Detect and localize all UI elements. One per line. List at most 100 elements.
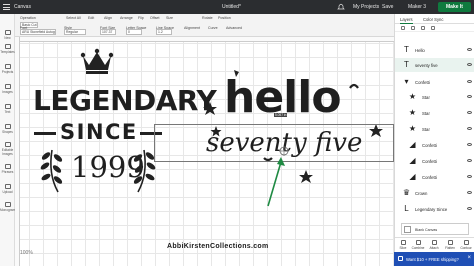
tab-color-sync[interactable]: Color Sync (423, 17, 443, 22)
width-tag: 5.057 in (274, 113, 288, 117)
my-projects-link[interactable]: My Projects (353, 4, 379, 10)
rotate-field[interactable]: Rotate (202, 16, 213, 20)
eye-icon[interactable] (467, 111, 472, 114)
flatten-button[interactable]: Flatten (443, 240, 457, 250)
eye-icon[interactable] (467, 80, 472, 83)
layer-item[interactable]: T seventy five (395, 58, 474, 72)
position-fields[interactable]: Position (218, 16, 231, 20)
arrange-button[interactable]: Arrange (120, 16, 133, 20)
template-icon (4, 44, 11, 49)
eye-icon[interactable] (467, 159, 472, 162)
letter-space-input[interactable]: 0 (126, 29, 142, 35)
rail-shapes[interactable]: Shapes (0, 124, 15, 134)
machine-selector[interactable]: Maker 3 (408, 4, 426, 10)
star-icon: ★ (408, 92, 417, 101)
rail-monogram[interactable]: Monogram (0, 202, 15, 212)
select-all-button[interactable]: Select All (66, 16, 81, 20)
make-it-button[interactable]: Make It (438, 2, 471, 12)
style-select[interactable]: Regular (64, 29, 86, 35)
star-icon (299, 170, 313, 183)
rail-projects[interactable]: Projects (0, 64, 15, 74)
combine-button[interactable]: Combine (411, 240, 425, 250)
duplicate-icon[interactable] (421, 26, 425, 30)
layer-item[interactable]: ♛ Crown (395, 186, 474, 200)
rail-phrases[interactable]: Phrases (0, 164, 15, 174)
group-icon[interactable] (401, 26, 405, 30)
chevron-down-icon[interactable]: ▾ (402, 78, 411, 86)
save-button[interactable]: Save (382, 4, 393, 10)
slice-button[interactable]: Slice (396, 240, 410, 250)
crown-graphic[interactable] (80, 48, 114, 74)
confetti-icon: ◢ (409, 172, 416, 181)
bell-icon[interactable] (337, 2, 345, 11)
text-icon (4, 104, 11, 109)
rail-images[interactable]: Images (0, 84, 15, 94)
font-select[interactable]: ARU Stonefield Autograph (20, 29, 56, 35)
curve-button[interactable]: Curve (208, 26, 218, 30)
panel-toolbar (395, 24, 474, 32)
promo-banner[interactable]: Want $10 + FREE shipping? × (394, 252, 474, 266)
rail-upload[interactable]: Upload (0, 184, 15, 194)
layer-item[interactable]: T Hello (395, 43, 474, 57)
offset-button[interactable]: Offset (150, 16, 160, 20)
eye-icon[interactable] (467, 191, 472, 194)
layer-item[interactable]: ◢ Confetti (395, 170, 474, 184)
eye-icon[interactable] (467, 48, 472, 51)
rail-text[interactable]: Text (0, 104, 15, 114)
confetti-icon: ◢ (409, 140, 416, 149)
zoom-level[interactable]: 100% (20, 250, 70, 260)
contour-icon (463, 240, 469, 245)
rail-editable-images[interactable]: Editable Images (0, 142, 15, 156)
eye-icon[interactable] (467, 63, 472, 66)
ungroup-icon[interactable] (411, 26, 415, 30)
attach-button[interactable]: Attach (427, 240, 441, 250)
panel-actions: Slice Combine Attach Flatten Contour (395, 237, 474, 253)
eye-icon[interactable] (467, 127, 472, 130)
eye-icon[interactable] (467, 143, 472, 146)
rail-templates[interactable]: Templates (0, 44, 15, 54)
since-text[interactable]: SINCE (60, 120, 138, 144)
star-icon: ★ (408, 124, 417, 133)
edit-button[interactable]: Edit (88, 16, 94, 20)
font-select-wrap: ARU Stonefield Autograph (20, 29, 56, 35)
layer-item[interactable]: ★ Star (395, 122, 474, 136)
layer-item[interactable]: L Legendary Since (395, 202, 474, 216)
eye-icon[interactable] (467, 207, 472, 210)
alignment-button[interactable]: Alignment (184, 26, 200, 30)
ruler-left (15, 37, 20, 266)
eye-icon[interactable] (467, 175, 472, 178)
confetti-icon (349, 83, 359, 89)
layer-group-item[interactable]: ▾ Confetti (395, 75, 474, 89)
editable-images-icon (4, 142, 11, 147)
slice-icon (400, 240, 406, 245)
blank-canvas-layer[interactable]: Blank Canvas (401, 223, 469, 235)
contour-button[interactable]: Contour (459, 240, 473, 250)
edit-toolbar: Operation Basic Cut Select All Edit Alig… (0, 14, 394, 37)
tab-layers[interactable]: Layers (400, 17, 413, 24)
combine-icon (415, 240, 421, 245)
layer-item[interactable]: ◢ Confetti (395, 138, 474, 152)
text-layer-icon: T (404, 45, 409, 54)
canvas-color-swatch[interactable] (404, 226, 411, 233)
rail-new[interactable]: New (0, 30, 15, 40)
image-layer-icon: L (404, 204, 409, 213)
close-icon[interactable]: × (467, 255, 471, 261)
eye-icon[interactable] (467, 95, 472, 98)
attach-icon (431, 240, 437, 245)
document-title: Untitled* (222, 4, 241, 10)
advanced-button[interactable]: Advanced (226, 26, 242, 30)
line-space-input[interactable]: 1.2 (156, 29, 172, 35)
legendary-text[interactable]: LEGENDARY (33, 84, 217, 117)
delete-icon[interactable] (431, 26, 435, 30)
size-fields[interactable]: Size (166, 16, 173, 20)
laurel-left-graphic[interactable] (38, 146, 64, 194)
layer-item[interactable]: ★ Star (395, 106, 474, 120)
flip-button[interactable]: Flip (138, 16, 144, 20)
app-name: Canvas (14, 4, 31, 10)
layer-item[interactable]: ★ Star (395, 90, 474, 104)
layer-item[interactable]: ◢ Confetti (395, 154, 474, 168)
crown-icon: ♛ (402, 188, 411, 197)
font-size-input[interactable]: 107.37 (100, 29, 116, 35)
hamburger-menu-icon[interactable] (3, 4, 10, 10)
align-button[interactable]: Align (104, 16, 112, 20)
